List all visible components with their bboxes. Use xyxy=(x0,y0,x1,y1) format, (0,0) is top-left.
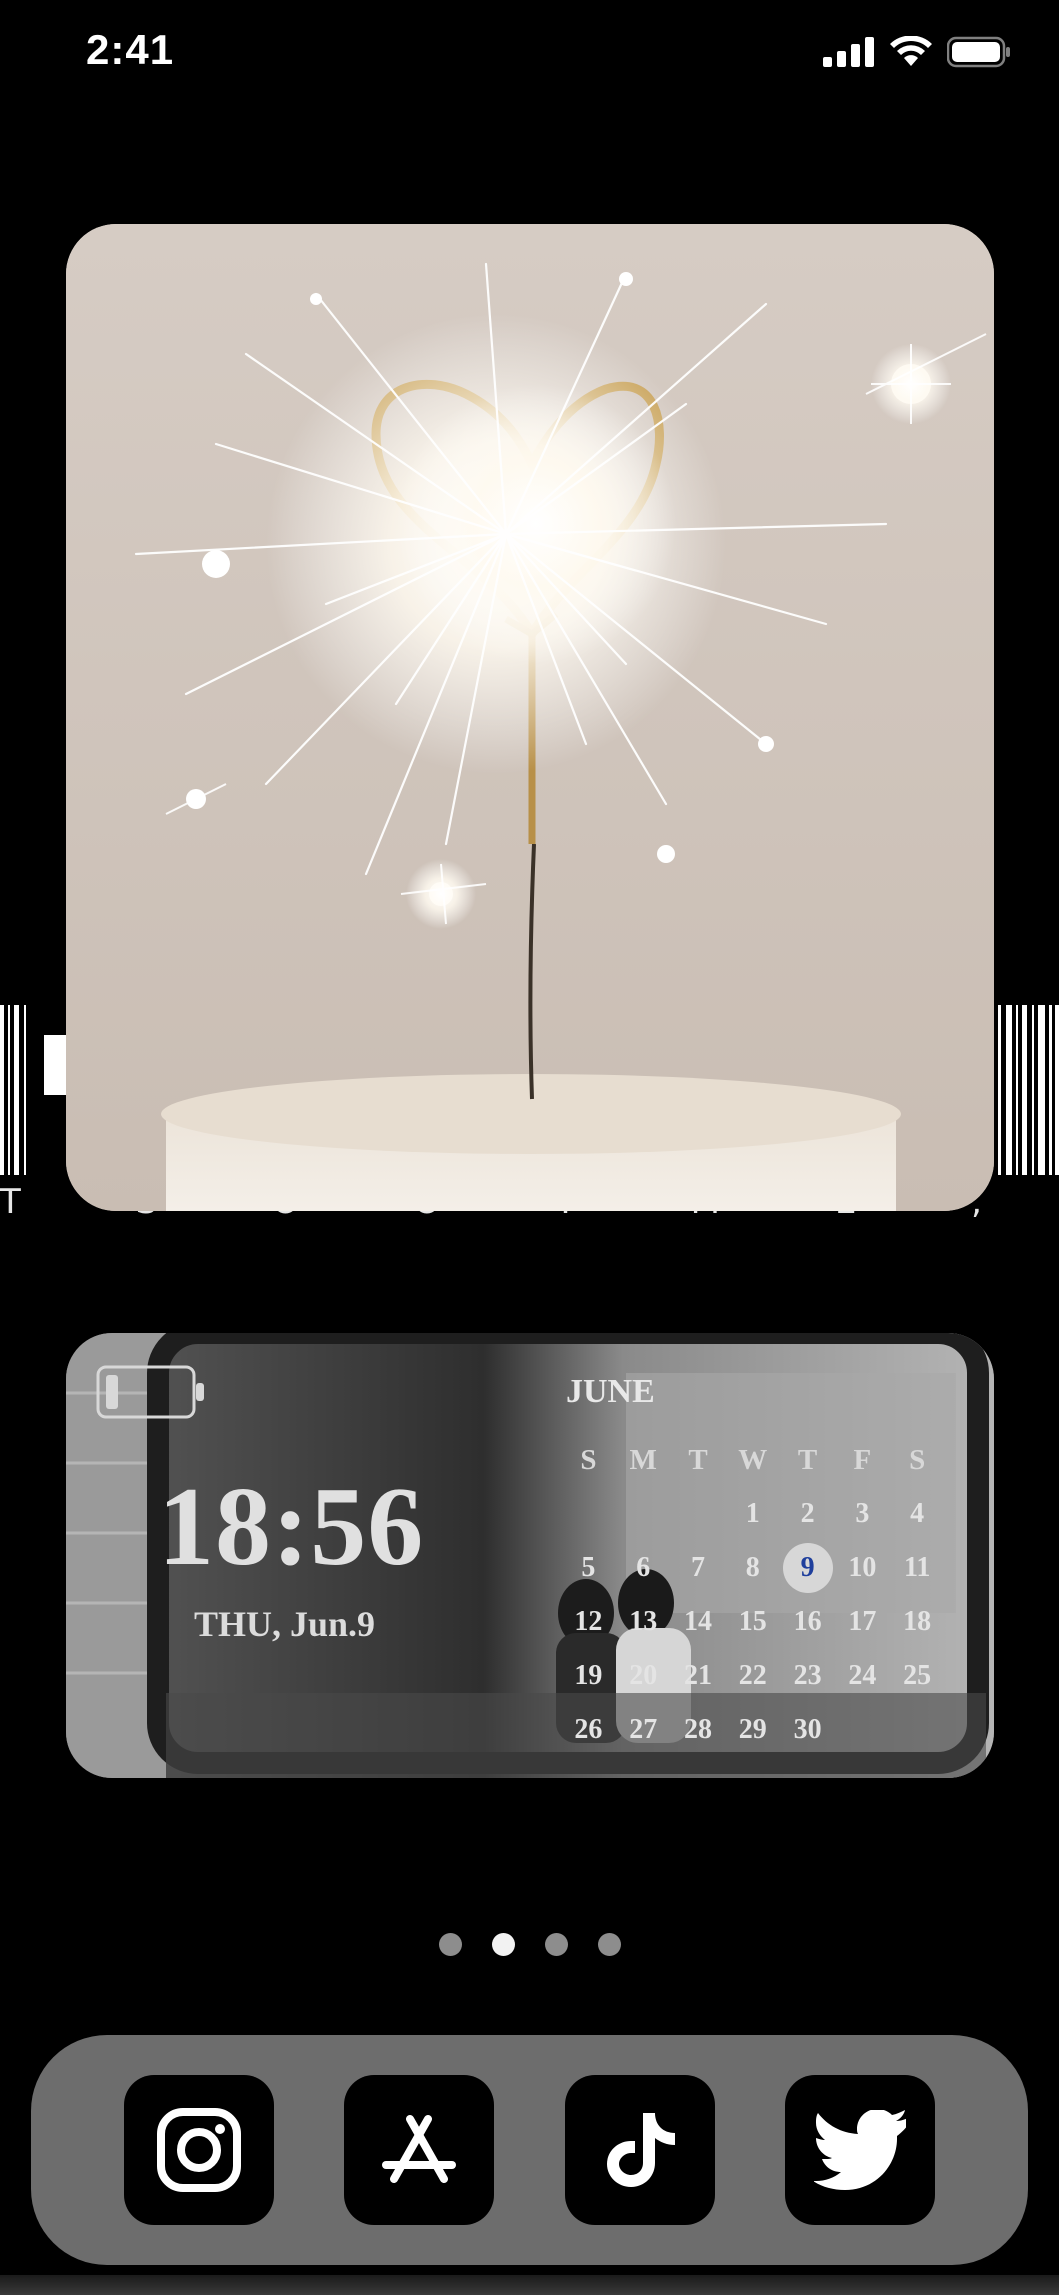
status-icons xyxy=(823,36,1011,68)
barcode-icon xyxy=(0,1005,66,1175)
calendar-week-row: 12 13 14 15 16 17 18 xyxy=(561,1595,945,1649)
dock-app-tiktok[interactable] xyxy=(564,2075,715,2225)
weekday-label: W xyxy=(738,1443,768,1476)
calendar-week-row: 5 6 7 8 9 10 11 xyxy=(561,1541,945,1595)
calendar-day: 25 xyxy=(903,1660,932,1691)
calendar-day: 13 xyxy=(629,1606,658,1637)
status-time: 2:41 xyxy=(86,26,175,73)
calendar-day-today: 9 xyxy=(780,1541,835,1595)
calendar-day: 11 xyxy=(903,1552,931,1583)
calendar-month: JUNE xyxy=(566,1373,655,1410)
page-dot[interactable] xyxy=(597,1933,621,1956)
calendar-day: 28 xyxy=(683,1714,712,1745)
app-store-icon xyxy=(382,2115,457,2183)
calendar-day: 26 xyxy=(574,1714,603,1745)
calendar-day xyxy=(671,1487,726,1541)
calendar-day: 24 xyxy=(848,1660,877,1691)
twitter-icon xyxy=(813,2110,906,2190)
weekday-label: S xyxy=(909,1443,926,1476)
calendar-day: 10 xyxy=(848,1552,877,1583)
calendar-day: 27 xyxy=(629,1714,658,1745)
calendar-day: 17 xyxy=(848,1606,877,1637)
calendar-day: 23 xyxy=(793,1660,822,1691)
battery-outline-icon xyxy=(96,1365,204,1419)
calendar-day: 5 xyxy=(581,1552,596,1583)
dock-app-app-store[interactable] xyxy=(344,2075,495,2225)
weekday-label: F xyxy=(853,1443,872,1476)
calendar-day: 1 xyxy=(745,1498,760,1529)
widget-clock-time: 18:56 xyxy=(158,1465,425,1589)
calendar-day: 3 xyxy=(855,1498,870,1529)
page-dot[interactable] xyxy=(544,1933,568,1956)
weekday-label: M xyxy=(629,1443,657,1476)
cellular-signal-icon xyxy=(823,37,874,67)
calendar-day xyxy=(890,1703,945,1757)
barcode-icon xyxy=(998,1005,1059,1175)
battery-icon xyxy=(947,36,1010,68)
today-marker: 9 xyxy=(782,1543,833,1593)
calendar-day: 20 xyxy=(629,1660,658,1691)
calendar-week-row: 1 2 3 4 xyxy=(561,1487,945,1541)
calendar-day: 16 xyxy=(793,1606,822,1637)
wifi-icon xyxy=(890,36,932,66)
status-bar: 2:41 xyxy=(0,0,1059,110)
page-dot[interactable] xyxy=(438,1933,462,1956)
tiktok-icon xyxy=(606,2113,675,2187)
calendar-day: 30 xyxy=(793,1714,822,1745)
weekday-label: T xyxy=(797,1443,818,1476)
calendar-day: 7 xyxy=(690,1552,705,1583)
calendar-day: 15 xyxy=(738,1606,767,1637)
calendar-day xyxy=(561,1487,616,1541)
photo-widget[interactable] xyxy=(66,224,994,1211)
weekday-label: S xyxy=(580,1443,597,1476)
calendar-week-row: 19 20 21 22 23 24 25 xyxy=(561,1649,945,1703)
calendar-day: 6 xyxy=(636,1552,651,1583)
calendar-week-row: 26 27 28 29 30 xyxy=(561,1703,945,1757)
calendar-weekday-row: S M T W T F S xyxy=(561,1433,945,1487)
calendar-grid: S M T W T F S 1 2 3 4 5 6 7 8 9 10 11 12 xyxy=(561,1433,945,1757)
calendar-widget[interactable]: 18:56 THU, Jun.9 JUNE S M T W T F S 1 2 … xyxy=(66,1333,994,1778)
calendar-day: 21 xyxy=(683,1660,712,1691)
sparkler-cake-photo xyxy=(66,224,994,1211)
calendar-day: 22 xyxy=(738,1660,767,1691)
calendar-day xyxy=(616,1487,671,1541)
dock xyxy=(31,2035,1028,2265)
widget-date: THU, Jun.9 xyxy=(194,1604,376,1644)
weekday-label: T xyxy=(688,1443,708,1476)
dock-app-instagram[interactable] xyxy=(124,2075,275,2225)
calendar-day: 29 xyxy=(738,1714,767,1745)
page-dot-active[interactable] xyxy=(491,1933,515,1956)
dock-app-twitter[interactable] xyxy=(784,2075,935,2225)
calendar-day: 19 xyxy=(574,1660,603,1691)
calendar-day: 14 xyxy=(683,1606,712,1637)
bottom-edge xyxy=(0,2275,1059,2295)
calendar-day: 18 xyxy=(903,1606,932,1637)
calendar-day xyxy=(835,1703,890,1757)
page-indicator[interactable] xyxy=(0,1933,1059,1956)
calendar-day: 2 xyxy=(800,1498,815,1529)
calendar-day: 8 xyxy=(745,1552,760,1583)
calendar-day: 12 xyxy=(574,1606,603,1637)
instagram-icon xyxy=(157,2108,242,2192)
calendar-day: 4 xyxy=(910,1498,925,1529)
